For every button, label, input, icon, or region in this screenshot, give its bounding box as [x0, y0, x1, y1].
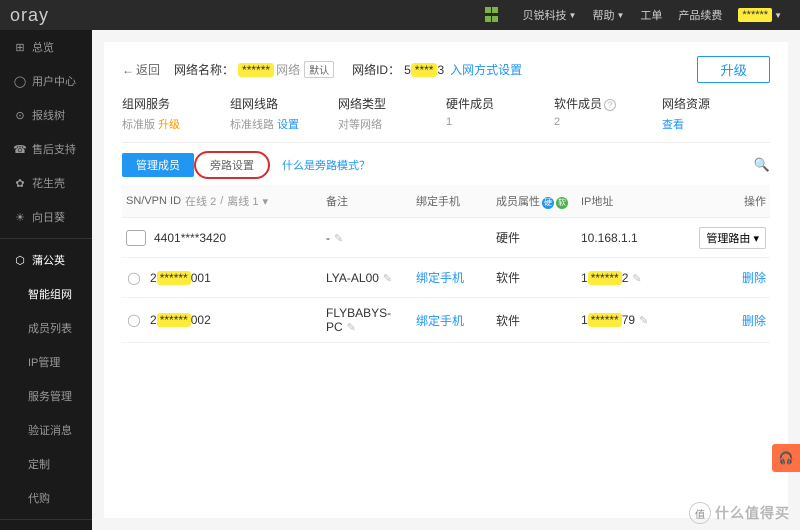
sidebar-verify-msg[interactable]: 验证消息 [0, 413, 92, 447]
table-row: ◯2******002 FLYBABYS-PC✎ 绑定手机 软件 1******… [122, 298, 770, 343]
user-icon: ◯ [14, 75, 26, 88]
card-resource: 网络资源 查看 [662, 95, 770, 132]
bind-phone-link[interactable]: 绑定手机 [416, 271, 464, 285]
person-icon: ◯ [126, 312, 142, 328]
router-icon [126, 230, 146, 246]
bypass-help-link[interactable]: 什么是旁路模式？ [282, 157, 370, 173]
badge-icon: 软 [556, 197, 568, 209]
delete-link[interactable]: 删除 [742, 271, 766, 285]
nav-renew[interactable]: 产品续费 [678, 7, 722, 23]
net-id-label: 网络ID： [352, 61, 400, 78]
back-button[interactable]: 返回 [122, 61, 160, 78]
sun-icon: ☀ [14, 211, 26, 224]
sidebar-service-manage[interactable]: 服务管理 [0, 379, 92, 413]
table-header: SN/VPN ID在线 2 / 离线 1▾ 备注 绑定手机 成员属性硬软 IP地… [122, 185, 770, 218]
sidebar-member-list[interactable]: 成员列表 [0, 311, 92, 345]
card-line: 组网线路 标准线路 设置 [230, 95, 338, 132]
tabs: 管理成员 旁路设置 什么是旁路模式？ 🔍 [122, 151, 770, 179]
sidebar-baoxianshu[interactable]: ⊙报线树 [0, 98, 92, 132]
nav-ticket[interactable]: 工单 [640, 7, 662, 23]
table-row: ◯2******001 LYA-AL00✎ 绑定手机 软件 1******2✎ … [122, 258, 770, 298]
nav-company[interactable]: 贝锐科技▼ [523, 7, 577, 23]
manage-route-button[interactable]: 管理路由 ▾ [699, 227, 766, 249]
watermark-text: 什么值得买 [715, 503, 790, 523]
sidebar-overview[interactable]: ⊞总览 [0, 30, 92, 64]
dandelion-icon: ⬡ [14, 254, 26, 267]
edit-icon[interactable]: ✎ [639, 315, 648, 327]
net-name-suffix: 网络 [276, 61, 300, 78]
access-mode-link[interactable]: 入网方式设置 [450, 61, 522, 78]
floating-help-icon[interactable]: 🎧 [772, 444, 800, 472]
default-tag: 默认 [304, 61, 334, 78]
sidebar: ⊞总览 ◯用户中心 ⊙报线树 ☎售后支持 ✿花生壳 ☀向日葵 ⬡蒲公英 智能组网… [0, 30, 92, 530]
net-name-label: 网络名称： [174, 61, 234, 78]
card-type: 网络类型 对等网络 [338, 95, 446, 132]
main-content: 返回 网络名称： ****** 网络 默认 网络ID： 55*****3****… [92, 30, 800, 530]
target-icon: ⊙ [14, 109, 26, 122]
view-resource-link[interactable]: 查看 [662, 119, 684, 131]
net-id-value: 55*****3****3 [404, 63, 444, 77]
edit-icon[interactable]: ✎ [334, 233, 343, 245]
headset-icon: ☎ [14, 143, 26, 156]
sidebar-custom[interactable]: 定制 [0, 447, 92, 481]
table-row: 4401****3420 -✎ 硬件 10.168.1.1 管理路由 ▾ [122, 218, 770, 258]
line-setting-link[interactable]: 设置 [277, 119, 299, 131]
page-header: 返回 网络名称： ****** 网络 默认 网络ID： 55*****3****… [122, 56, 770, 83]
info-cards: 组网服务 标准版 升级 组网线路 标准线路 设置 网络类型 对等网络 硬件成员 … [122, 95, 770, 143]
tab-manage-members[interactable]: 管理成员 [122, 153, 194, 177]
sidebar-user-center[interactable]: ◯用户中心 [0, 64, 92, 98]
card-sw: 软件成员? 2 [554, 95, 662, 132]
person-icon: ◯ [126, 270, 142, 286]
peanut-icon: ✿ [14, 177, 26, 190]
edit-icon[interactable]: ✎ [632, 273, 641, 285]
watermark: 值 什么值得买 [689, 502, 790, 524]
panel: 返回 网络名称： ****** 网络 默认 网络ID： 55*****3****… [104, 42, 788, 518]
edit-icon[interactable]: ✎ [347, 322, 356, 334]
nav-user[interactable]: ******▼ [738, 8, 782, 22]
search-icon[interactable]: 🔍 [754, 157, 770, 173]
apps-icon[interactable] [485, 7, 501, 23]
sidebar-sunflower[interactable]: ☀向日葵 [0, 200, 92, 234]
watermark-badge: 值 [689, 502, 711, 524]
topbar: oray 贝锐科技▼ 帮助▼ 工单 产品续费 ******▼ [0, 0, 800, 30]
bind-phone-link[interactable]: 绑定手机 [416, 314, 464, 328]
sidebar-domain[interactable]: ⊕域名 [0, 524, 92, 530]
brand-logo: oray [10, 5, 49, 26]
sidebar-ip-manage[interactable]: IP管理 [0, 345, 92, 379]
members-table: SN/VPN ID在线 2 / 离线 1▾ 备注 绑定手机 成员属性硬软 IP地… [122, 185, 770, 343]
upgrade-link[interactable]: 升级 [158, 119, 180, 131]
sidebar-proxy-buy[interactable]: 代购 [0, 481, 92, 515]
grid-icon: ⊞ [14, 41, 26, 54]
card-service: 组网服务 标准版 升级 [122, 95, 230, 132]
sidebar-pgy[interactable]: ⬡蒲公英 [0, 243, 92, 277]
help-icon[interactable]: ? [604, 99, 616, 111]
sidebar-smart-network[interactable]: 智能组网 [0, 277, 92, 311]
sidebar-support[interactable]: ☎售后支持 [0, 132, 92, 166]
upgrade-button[interactable]: 升级 [697, 56, 770, 83]
sidebar-hsk[interactable]: ✿花生壳 [0, 166, 92, 200]
tab-bypass-settings[interactable]: 旁路设置 [194, 151, 270, 179]
badge-icon: 硬 [542, 197, 554, 209]
filter-offline[interactable]: 离线 1 [227, 193, 258, 209]
delete-link[interactable]: 删除 [742, 314, 766, 328]
card-hw: 硬件成员 1 [446, 95, 554, 132]
nav-help[interactable]: 帮助▼ [592, 7, 624, 23]
net-name-value: ****** [238, 63, 274, 77]
edit-icon[interactable]: ✎ [383, 273, 392, 285]
filter-online[interactable]: 在线 2 [185, 193, 216, 209]
